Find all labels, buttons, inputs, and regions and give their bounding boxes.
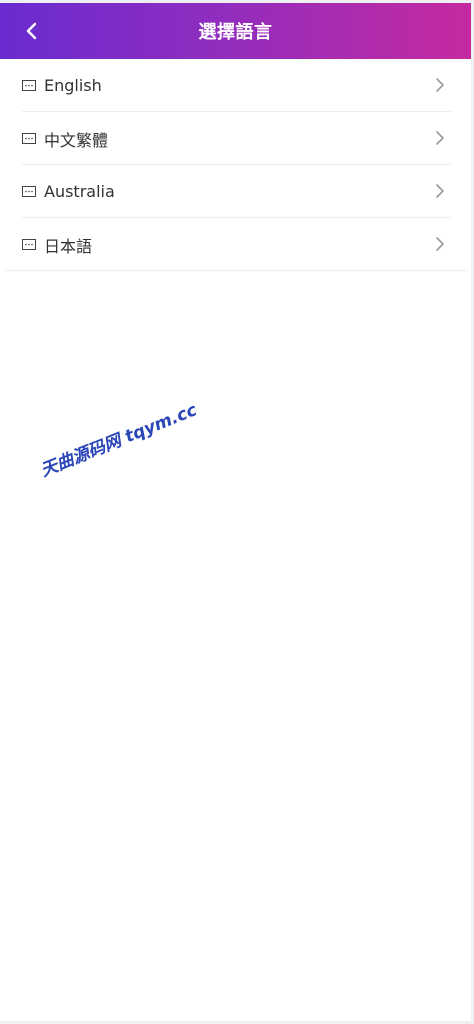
back-button[interactable] (18, 17, 46, 45)
language-icon (22, 186, 36, 197)
language-label: 日本語 (44, 236, 93, 256)
language-label: 中文繁體 (44, 130, 109, 150)
app-screen: 選擇語言 English 中文繁體 Australia 日本語 天曲源码网 tq… (0, 3, 471, 1021)
chevron-right-icon (435, 77, 445, 93)
header-bar: 選擇語言 (0, 3, 471, 59)
language-item-english[interactable]: English (0, 59, 471, 112)
language-icon (22, 80, 36, 91)
language-item-japanese[interactable]: 日本語 (0, 218, 471, 271)
language-icon (22, 133, 36, 144)
language-icon (22, 239, 36, 250)
chevron-right-icon (435, 183, 445, 199)
language-item-australia[interactable]: Australia (0, 165, 471, 218)
language-item-traditional-chinese[interactable]: 中文繁體 (0, 112, 471, 165)
chevron-right-icon (435, 236, 445, 252)
chevron-right-icon (435, 130, 445, 146)
page-title: 選擇語言 (198, 22, 273, 43)
language-label: English (44, 76, 102, 95)
chevron-left-icon (26, 22, 37, 40)
language-label: Australia (44, 182, 115, 201)
watermark-text: 天曲源码网 tqym.cc (37, 400, 200, 482)
language-list: English 中文繁體 Australia 日本語 (0, 59, 471, 271)
